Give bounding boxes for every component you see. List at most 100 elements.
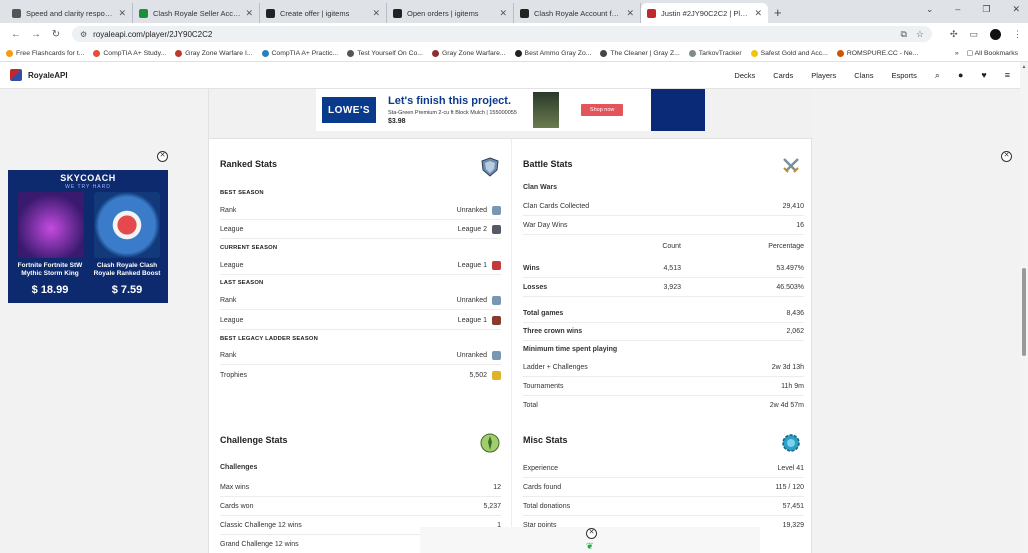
nav-cards[interactable]: Cards — [773, 71, 793, 80]
ranked-shield-icon — [481, 157, 499, 177]
browser-tab[interactable]: Justin #2JY90C2C2 | Player Profi ✕ — [641, 3, 768, 23]
stat-row: Total 2w 4d 57m — [523, 402, 804, 409]
tab-close-icon[interactable]: ✕ — [754, 8, 762, 19]
bookmark-item[interactable]: TarkovTracker — [688, 49, 742, 57]
window-controls: ⌄ – ❐ ✕ — [926, 4, 1020, 15]
bookmark-label: Test Yourself On Co... — [357, 49, 423, 57]
menu-dots-icon[interactable]: ⋮ — [1013, 29, 1022, 40]
tab-title: Clash Royale Seller Accounts - — [153, 8, 242, 18]
browser-tab[interactable]: Clash Royale Account for Sale ✕ — [514, 3, 641, 23]
bookmark-label: Safest Gold and Acc... — [760, 49, 828, 57]
unranked-badge-icon — [492, 295, 501, 305]
chevron-down-icon[interactable]: ⌄ — [926, 4, 934, 15]
site-info-icon[interactable]: ⚙ — [80, 30, 87, 39]
ranked-stats-title: Ranked Stats — [220, 159, 278, 169]
bookmark-item[interactable]: The Cleaner | Gray Z... — [600, 49, 680, 57]
bookmark-item[interactable]: Gray Zone Warfare I... — [175, 49, 253, 57]
scrollbar-thumb[interactable] — [1022, 268, 1026, 356]
bookmark-item[interactable]: Safest Gold and Acc... — [750, 49, 828, 57]
search-icon[interactable]: ⌕ — [935, 70, 940, 81]
challenge-badge-icon — [480, 433, 500, 453]
bookmark-item[interactable]: Gray Zone Warfare... — [431, 49, 506, 57]
nav-clans[interactable]: Clans — [854, 71, 873, 80]
tab-close-icon[interactable]: ✕ — [499, 8, 507, 19]
heart-icon[interactable]: ♥ — [981, 70, 986, 80]
stat-row: Experience Level 41 — [523, 459, 804, 478]
bookmark-item[interactable]: Best Ammo Gray Zo... — [514, 49, 592, 57]
forward-arrow-icon[interactable]: → — [26, 29, 46, 40]
close-icon[interactable]: ✕ — [1012, 4, 1020, 15]
all-bookmarks[interactable]: ▢ All Bookmarks — [967, 49, 1018, 57]
tab-title: Clash Royale Account for Sale — [534, 8, 622, 18]
stat-row: Max wins 12 — [220, 478, 501, 497]
profile-avatar[interactable] — [990, 28, 1001, 40]
reload-icon[interactable]: ↻ — [46, 29, 66, 40]
scroll-up-icon[interactable]: ▲ — [1020, 64, 1028, 70]
side-panel-icon[interactable]: ▭ — [969, 29, 978, 40]
lowes-ad[interactable]: LOWE'S Let's finish this project. Sta-Gr… — [316, 89, 705, 131]
site-logo[interactable]: RoyaleAPI — [10, 69, 68, 81]
stat-row: Rank Unranked — [220, 346, 501, 365]
install-app-icon[interactable]: ⧉ — [900, 29, 906, 40]
minimize-icon[interactable]: – — [955, 4, 960, 15]
bottom-sticky-ad[interactable]: ✕ ❦ — [420, 527, 760, 553]
stat-row: Cards won 5,237 — [220, 497, 501, 516]
close-ad-icon[interactable]: ✕ — [586, 528, 597, 539]
maximize-icon[interactable]: ❐ — [982, 4, 990, 15]
browser-tab[interactable]: Open orders | igitems ✕ — [387, 3, 514, 23]
browser-toolbar: ← → ↻ ⚙ royaleapi.com/player/2JY90C2C2 ⧉… — [0, 23, 1028, 45]
last-season-heading: LAST SEASON — [220, 280, 264, 286]
browser-tab[interactable]: Clash Royale Seller Accounts - ✕ — [133, 3, 260, 23]
nav-players[interactable]: Players — [811, 71, 836, 80]
new-tab-button[interactable]: + — [774, 3, 782, 23]
league-badge-icon — [492, 315, 501, 325]
hamburger-menu-icon[interactable]: ≡ — [1005, 70, 1010, 80]
close-ad-icon[interactable]: ✕ — [157, 151, 168, 162]
league-badge-icon — [492, 224, 501, 234]
tab-close-icon[interactable]: ✕ — [626, 8, 634, 19]
bookmark-item[interactable]: CompTIA A+ Practic... — [261, 49, 338, 57]
more-bookmarks-icon[interactable]: » — [955, 50, 959, 57]
shop-now-button[interactable]: Shop now — [580, 104, 624, 116]
bookmark-item[interactable]: ROMSPURE.CC - Ne... — [836, 49, 918, 57]
browser-tab[interactable]: Speed and clarity response ✕ — [6, 3, 133, 23]
league-badge-icon — [492, 260, 501, 270]
bookmark-item[interactable]: CompTIA A+ Study... — [93, 49, 166, 57]
royaleapi-logo-icon — [10, 69, 22, 81]
bookmark-favicon-icon — [6, 49, 13, 57]
user-icon[interactable]: ● — [958, 70, 963, 80]
close-ad-icon[interactable]: ✕ — [1001, 151, 1012, 162]
gear-badge-icon — [782, 434, 800, 452]
site-nav: Decks Cards Players Clans Esports ⌕ ● ♥ … — [734, 70, 1010, 81]
bookmark-label: TarkovTracker — [698, 49, 742, 57]
tab-close-icon[interactable]: ✕ — [118, 8, 126, 19]
unranked-badge-icon — [492, 350, 501, 360]
bookmark-label: Free Flashcards for t... — [16, 49, 85, 57]
stat-row: Total donations 57,451 — [523, 497, 804, 516]
nav-esports[interactable]: Esports — [891, 71, 916, 80]
browser-tab-strip: Speed and clarity response ✕ Clash Royale … — [0, 0, 1028, 23]
bookmark-item[interactable]: Free Flashcards for t... — [6, 49, 85, 57]
clan-wars-heading: Clan Wars — [523, 184, 557, 191]
stat-row: Rank Unranked — [220, 201, 501, 220]
extensions-icon[interactable]: ✣ — [950, 29, 958, 40]
legacy-season-heading: BEST LEGACY LADDER SEASON — [220, 336, 318, 342]
bookmark-favicon-icon — [93, 49, 101, 57]
back-arrow-icon[interactable]: ← — [6, 29, 26, 40]
player-profile-content: LOWE'S Let's finish this project. Sta-Gr… — [208, 89, 813, 553]
ad-product-name: Clash Royale Clash Royale Ranked Boost — [93, 262, 161, 277]
tab-close-icon[interactable]: ✕ — [372, 8, 380, 19]
browser-tab[interactable]: Create offer | igitems ✕ — [260, 3, 387, 23]
tab-favicon-icon — [139, 8, 148, 18]
nav-decks[interactable]: Decks — [734, 71, 755, 80]
stat-row: Tournaments 11h 9m — [523, 377, 804, 396]
site-header: RoyaleAPI Decks Cards Players Clans Espo… — [0, 62, 1020, 89]
skycoach-ad[interactable]: SKYCOACH WE TRY HARD Fortnite Fortnite S… — [8, 170, 168, 303]
address-bar[interactable]: ⚙ royaleapi.com/player/2JY90C2C2 ⧉ ☆ — [72, 26, 932, 42]
tab-close-icon[interactable]: ✕ — [245, 8, 253, 19]
bookmark-item[interactable]: Test Yourself On Co... — [347, 49, 423, 57]
bookmark-label: Best Ammo Gray Zo... — [524, 49, 592, 57]
bookmark-star-icon[interactable]: ☆ — [916, 29, 924, 40]
page-scrollbar[interactable]: ▲ — [1020, 62, 1028, 553]
tab-title: Open orders | igitems — [407, 8, 479, 18]
